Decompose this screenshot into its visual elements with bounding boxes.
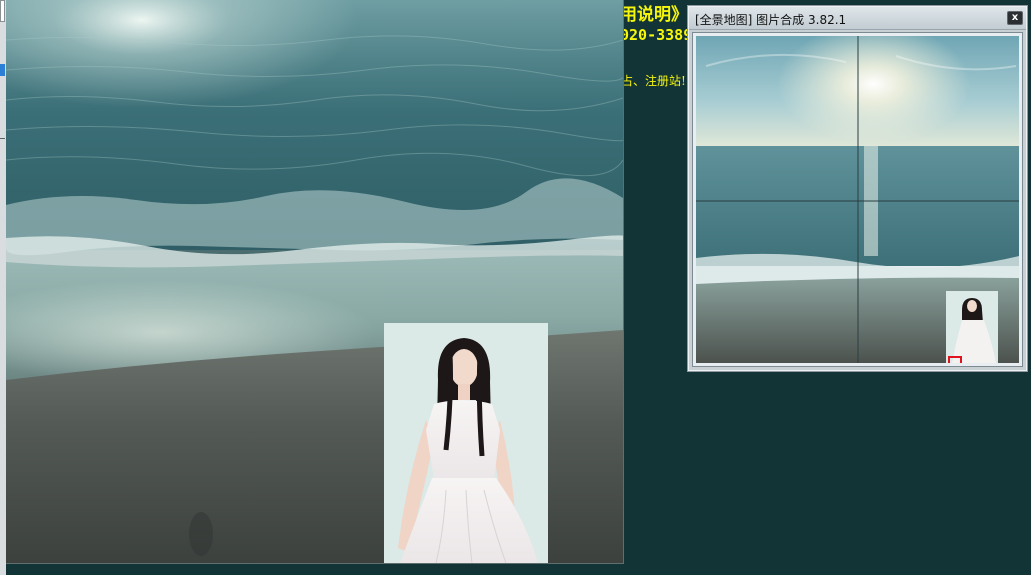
- portrait-layer[interactable]: [384, 323, 548, 563]
- overview-titlebar[interactable]: [全景地图] 图片合成 3.82.1 x: [689, 7, 1026, 30]
- overview-title: [全景地图] 图片合成 3.82.1: [695, 13, 847, 27]
- background-notice-text: 占、注册站!: [621, 74, 686, 88]
- app-screen: 用说明》 020-3389 占、注册站! [全景地图] 图片合成 3.82.1 …: [0, 0, 1031, 575]
- left-strip-active-tab[interactable]: [0, 64, 5, 76]
- overview-scene: [696, 36, 1019, 363]
- overview-preview[interactable]: [696, 36, 1019, 363]
- left-strip-divider: [0, 138, 5, 139]
- composition-canvas[interactable]: [6, 0, 624, 564]
- overview-map-window[interactable]: [全景地图] 图片合成 3.82.1 x: [687, 5, 1028, 372]
- background-phone-number: 020-3389: [620, 26, 687, 44]
- close-icon: x: [1011, 12, 1019, 23]
- overview-body: [692, 32, 1023, 367]
- close-button[interactable]: x: [1007, 11, 1023, 25]
- left-strip-tab[interactable]: [0, 0, 5, 22]
- canvas-scene: [6, 0, 623, 563]
- background-help-link[interactable]: 用说明》: [620, 0, 687, 22]
